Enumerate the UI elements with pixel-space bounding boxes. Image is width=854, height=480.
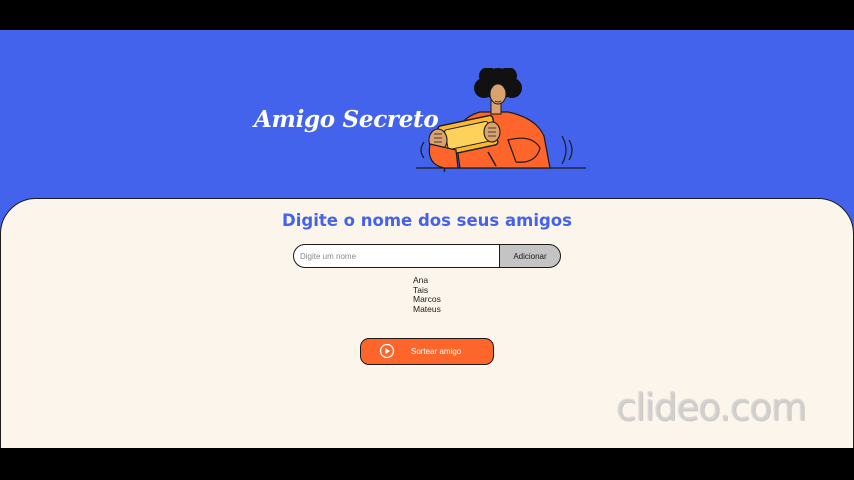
draw-button-label: Sortear amigo bbox=[411, 347, 462, 356]
watermark: clideo.com bbox=[616, 386, 807, 429]
name-input[interactable] bbox=[293, 244, 503, 268]
add-button[interactable]: Adicionar bbox=[499, 244, 561, 268]
letterbox-top-bar bbox=[0, 0, 854, 30]
person-with-game-console-illustration bbox=[416, 68, 586, 173]
play-circle-icon bbox=[379, 343, 395, 359]
letterbox-bottom-bar bbox=[0, 448, 854, 480]
friends-list: Ana Tais Marcos Mateus bbox=[413, 275, 441, 314]
app-title: Amigo Secreto bbox=[254, 106, 439, 133]
draw-friend-button[interactable]: Sortear amigo bbox=[360, 338, 494, 365]
add-friend-form: Adicionar bbox=[293, 244, 561, 268]
section-title: Digite o nome dos seus amigos bbox=[282, 211, 572, 230]
list-item: Mateus bbox=[413, 303, 441, 314]
